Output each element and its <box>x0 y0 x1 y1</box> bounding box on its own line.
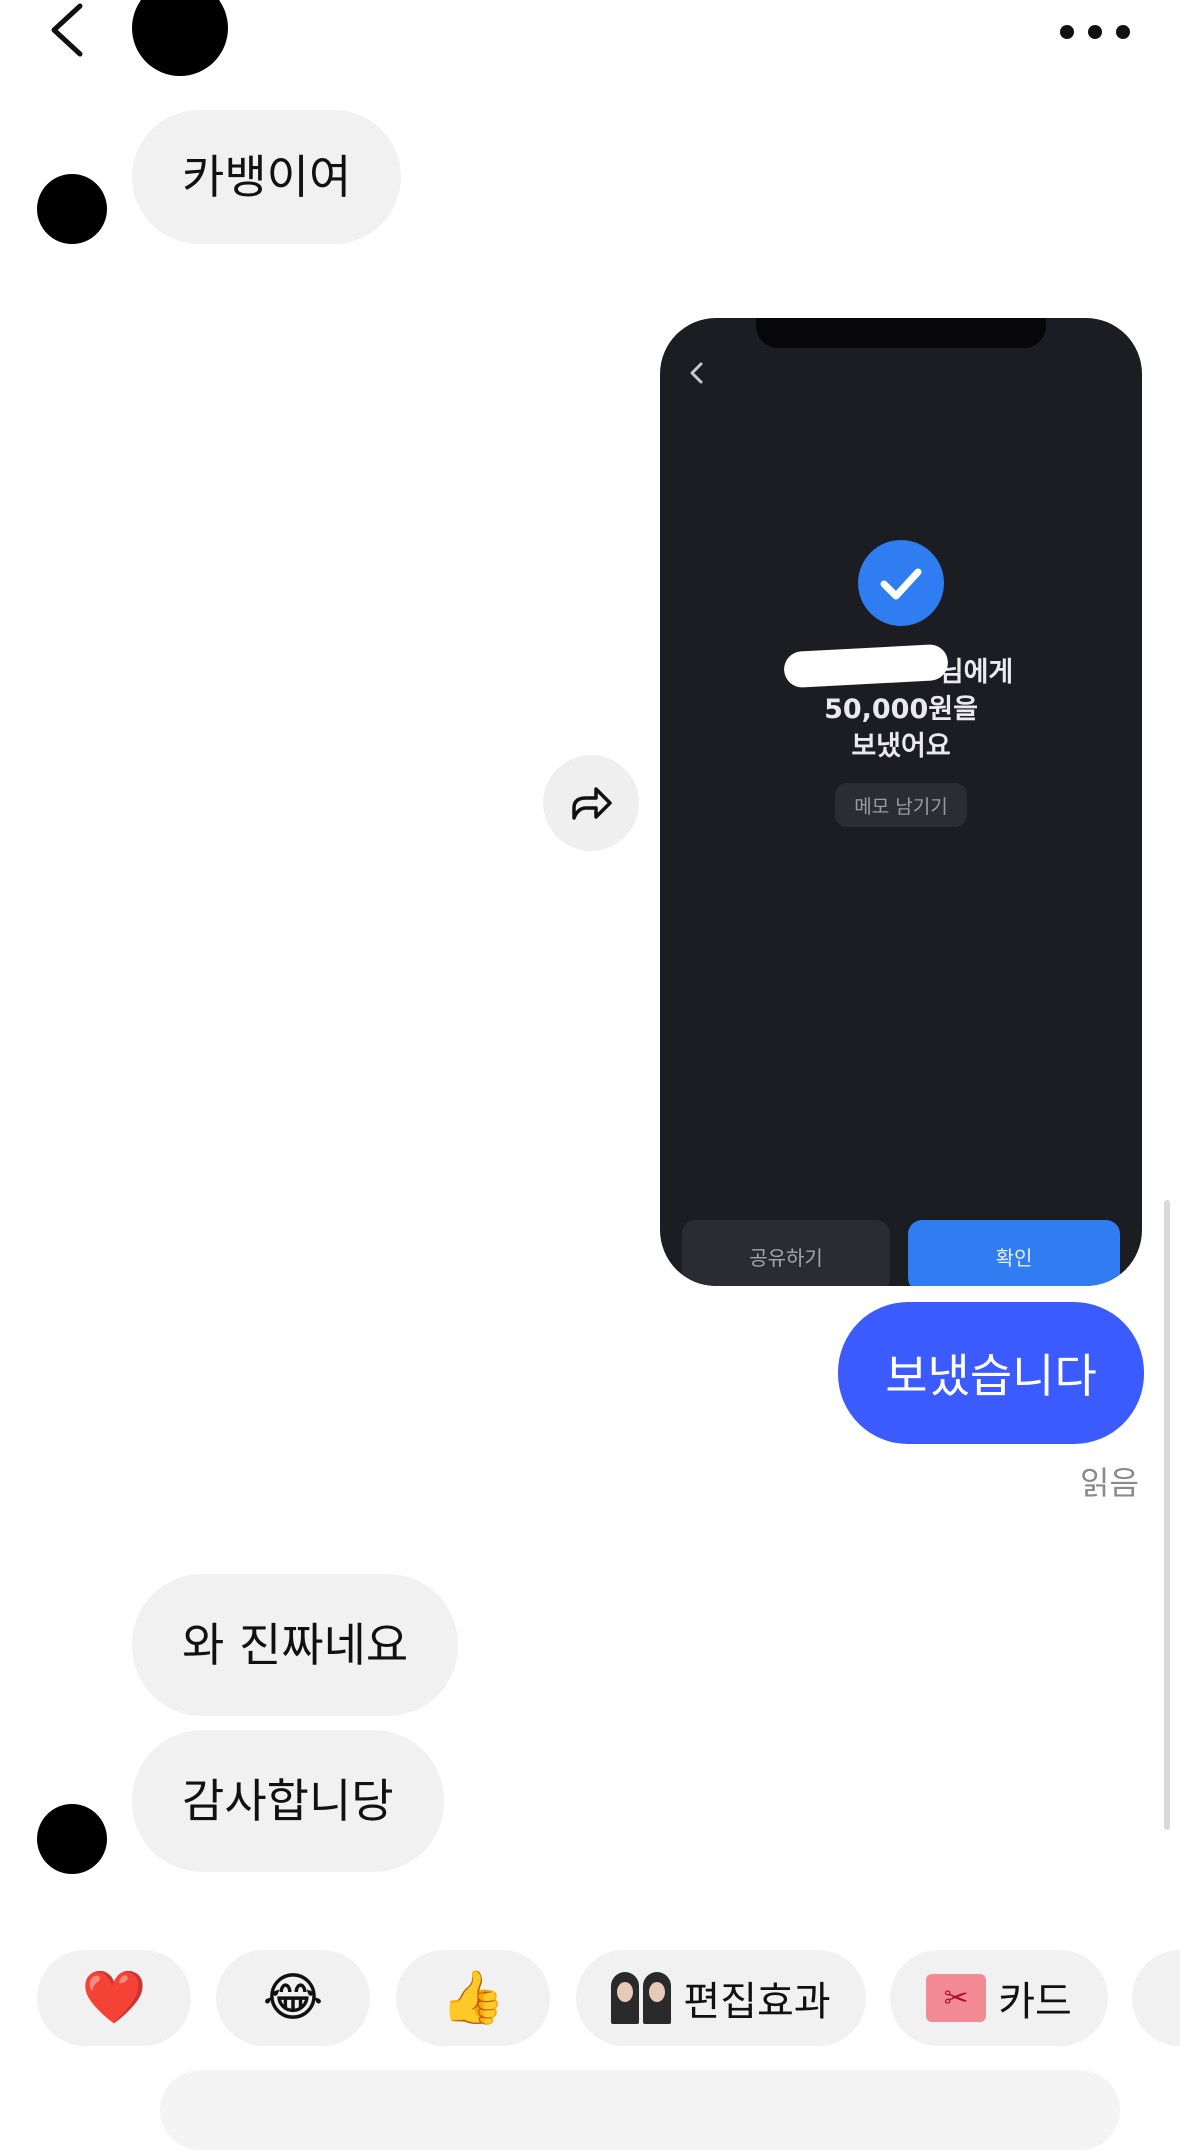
sender-avatar[interactable] <box>37 1804 107 1874</box>
phone-notch <box>756 318 1046 348</box>
message-text: 보냈습니다 <box>885 1349 1097 1403</box>
card-chip[interactable]: ✂ 카드 <box>890 1950 1108 2046</box>
incoming-message[interactable]: 카뱅이여 <box>132 110 402 244</box>
read-receipt: 읽음 <box>1080 1464 1139 1502</box>
message-text: 감사합니당 <box>182 1774 394 1828</box>
more-chip[interactable] <box>1132 1950 1180 2046</box>
chevron-left-icon <box>51 3 83 57</box>
more-options-button[interactable] <box>1060 12 1130 52</box>
amount-line: 50,000원을 <box>824 694 978 725</box>
incoming-message[interactable]: 감사합니당 <box>132 1730 444 1872</box>
message-text: 와 진짜네요 <box>182 1618 409 1672</box>
screenshot-back-icon <box>690 362 703 384</box>
incoming-message[interactable]: 와 진짜네요 <box>132 1574 459 1716</box>
confirm-button: 확인 <box>908 1220 1120 1286</box>
share-button: 공유하기 <box>682 1220 890 1286</box>
sender-avatar[interactable] <box>37 174 107 244</box>
forward-button[interactable] <box>543 755 639 851</box>
more-horizontal-icon <box>1060 25 1074 39</box>
memo-button: 메모 남기기 <box>835 783 967 827</box>
outgoing-message[interactable]: 보냈습니다 <box>838 1302 1144 1444</box>
message-input[interactable] <box>160 2070 1120 2150</box>
reaction-thumbs-up[interactable]: 👍 <box>396 1950 550 2046</box>
contact-avatar[interactable] <box>132 0 228 76</box>
status-line: 보냈어요 <box>851 731 951 762</box>
edit-effect-chip[interactable]: 편집효과 <box>576 1950 866 2046</box>
thumbs-up-icon: 👍 <box>440 1968 506 2028</box>
chip-label: 카드 <box>998 1979 1072 2025</box>
back-button[interactable] <box>40 0 100 60</box>
heart-icon: ❤️ <box>81 1968 147 2028</box>
forward-arrow-icon <box>572 787 612 820</box>
check-circle-icon <box>858 540 944 626</box>
chip-label: 편집효과 <box>683 1979 831 2025</box>
reaction-heart[interactable]: ❤️ <box>37 1950 191 2046</box>
gift-card-icon: ✂ <box>926 1974 987 2022</box>
laughing-tears-icon: 😂 <box>262 1968 324 2028</box>
shared-screenshot-image[interactable]: 님에게 50,000원을 보냈어요 메모 남기기 공유하기 확인 <box>660 318 1142 1286</box>
scrollbar[interactable] <box>1164 1200 1170 1830</box>
edit-effect-thumbnail <box>611 1972 672 2024</box>
reaction-laugh[interactable]: 😂 <box>216 1950 370 2046</box>
message-text: 카뱅이여 <box>182 150 352 204</box>
